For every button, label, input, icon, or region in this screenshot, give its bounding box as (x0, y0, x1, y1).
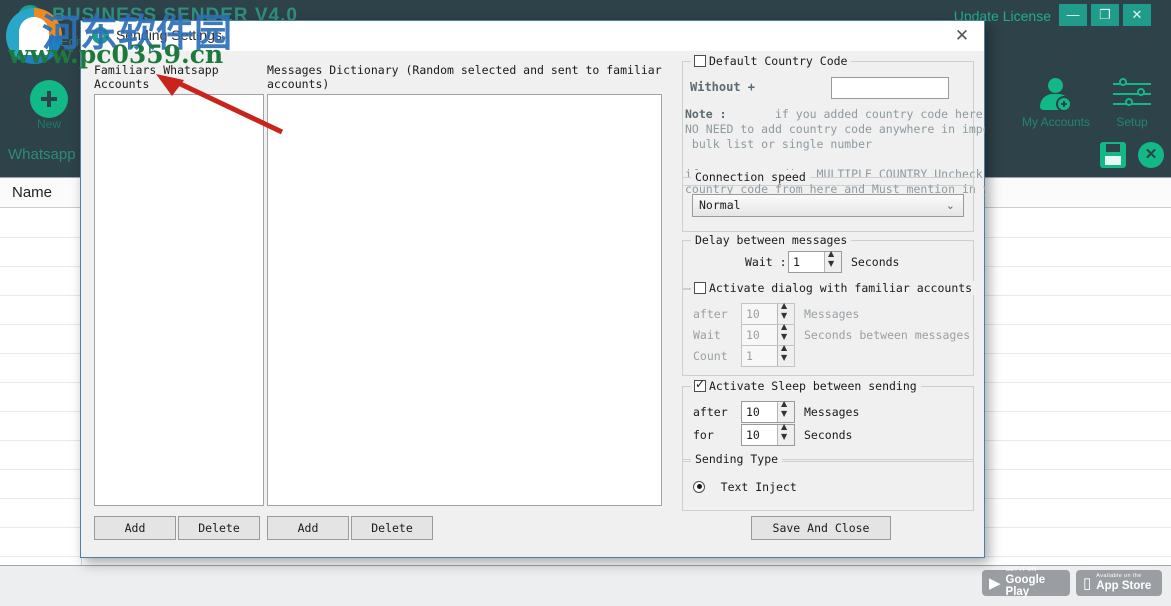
dialog-app-icon: B (92, 27, 109, 44)
activate-dialog-after-label: after (693, 307, 728, 321)
activate-dialog-after-suffix: Messages (804, 307, 860, 321)
window-close-button[interactable]: ✕ (1123, 4, 1151, 26)
new-button[interactable] (30, 80, 68, 118)
text-inject-label: Text Inject (720, 479, 797, 494)
sleep-after-value: 10 (746, 405, 760, 419)
wait-label: Wait : (745, 255, 787, 269)
dialog-titlebar: B Sending Settings ✕ (81, 21, 984, 51)
activate-sleep-checkbox[interactable] (694, 377, 706, 392)
activate-sleep-group: Activate Sleep between sending after 10 … (682, 377, 974, 462)
activate-dialog-count-value: 1 (746, 349, 753, 363)
close-circle-icon-button[interactable]: ✕ (1138, 142, 1164, 168)
delete-familiar-button[interactable]: Delete (178, 516, 260, 540)
spinner-arrows-icon (777, 343, 794, 366)
chevron-down-icon: ⌄ (945, 199, 955, 212)
activate-dialog-checkbox[interactable] (694, 282, 706, 294)
whatsapp-section-label: Whatsapp N (8, 146, 91, 163)
slider-knob-icon (1119, 78, 1127, 86)
phone-icon: ▯ (1083, 575, 1092, 592)
text-inject-radio[interactable] (693, 480, 705, 493)
activate-dialog-wait-suffix: Seconds between messages (804, 328, 971, 342)
add-message-button[interactable]: Add (267, 516, 349, 540)
activate-dialog-count-label: Count (693, 349, 728, 363)
app-store-badge[interactable]: ▯ Available on the App Store (1076, 570, 1162, 596)
familiars-accounts-listbox[interactable] (94, 94, 264, 506)
column-header-name[interactable]: Name (12, 184, 52, 201)
sleep-for-suffix: Seconds (804, 428, 853, 442)
sleep-after-suffix: Messages (804, 405, 860, 419)
familiars-list-label: Familiars Whatsapp Accounts (94, 63, 219, 91)
dialog-title: Sending Settings (116, 27, 222, 43)
spinner-arrows-icon[interactable] (777, 422, 794, 445)
without-plus-label: Without + (690, 80, 756, 94)
add-person-icon (1056, 96, 1072, 112)
dialog-close-button[interactable]: ✕ (950, 24, 974, 48)
spinner-arrows-icon[interactable] (777, 399, 794, 422)
spinner-arrows-icon (777, 301, 794, 324)
messages-dictionary-label: Messages Dictionary (Random selected and… (267, 63, 662, 91)
save-icon-button[interactable] (1100, 142, 1126, 168)
save-and-close-button[interactable]: Save And Close (751, 516, 891, 540)
spinner-arrows-icon (777, 322, 794, 345)
activate-dialog-wait-label: Wait (693, 328, 721, 342)
setup-button[interactable] (1113, 78, 1151, 110)
connection-speed-title: Connection speed (691, 170, 810, 184)
setup-label: Setup (1116, 115, 1148, 129)
slider-line-icon (1113, 93, 1151, 95)
activate-sleep-title: Activate Sleep between sending (691, 377, 921, 393)
sleep-for-label: for (693, 428, 714, 442)
new-button-label: New (36, 117, 61, 131)
sending-type-group: Sending Type Text Inject (682, 452, 974, 511)
sleep-for-stepper[interactable]: 10 (741, 422, 795, 446)
connection-speed-value: Normal (699, 198, 741, 212)
activate-dialog-after-value: 10 (746, 307, 760, 321)
delete-message-button[interactable]: Delete (351, 516, 433, 540)
slider-knob-icon (1137, 88, 1145, 96)
connection-speed-group: Connection speed Normal ⌄ (682, 170, 974, 232)
window-minimize-button[interactable]: — (1059, 4, 1087, 26)
sleep-after-label: after (693, 405, 728, 419)
activate-dialog-title: Activate dialog with familiar accounts (691, 281, 977, 295)
sending-type-option-text-inject[interactable]: Text Inject (693, 476, 797, 495)
my-accounts-button[interactable] (1035, 78, 1077, 112)
connection-speed-select[interactable]: Normal ⌄ (692, 194, 964, 217)
default-country-code-label: Default Country Code (709, 54, 848, 68)
app-logo-icon: B (18, 5, 42, 29)
country-code-input[interactable] (831, 77, 949, 99)
app-store-badge-big: App Store (1096, 579, 1152, 592)
activate-dialog-wait-value: 10 (746, 328, 760, 342)
country-code-note-label: Note : (685, 107, 727, 121)
activate-dialog-count-stepper: 1 (741, 343, 795, 367)
messages-dictionary-listbox[interactable] (267, 94, 662, 506)
google-play-badge-big: Google Play (1005, 573, 1046, 598)
delay-wait-stepper[interactable]: 1 (788, 249, 842, 273)
spinner-arrows-icon[interactable] (824, 249, 841, 272)
window-maximize-button[interactable]: ❐ (1091, 4, 1119, 26)
menu-item-file[interactable]: File (20, 34, 41, 49)
delay-wait-value: 1 (793, 255, 800, 269)
delay-seconds-label: Seconds (851, 255, 900, 269)
delay-group-title: Delay between messages (691, 233, 852, 247)
sleep-for-value: 10 (746, 428, 760, 442)
activate-dialog-label: Activate dialog with familiar accounts (709, 281, 973, 295)
default-country-code-title: Default Country Code (691, 54, 852, 68)
play-triangle-icon: ▶ (989, 575, 1001, 592)
activate-dialog-group: Activate dialog with familiar accounts a… (682, 281, 977, 376)
default-country-code-group: Default Country Code Without + if you ad… (682, 54, 985, 196)
slider-knob-icon (1125, 98, 1133, 106)
sleep-after-stepper[interactable]: 10 (741, 399, 795, 423)
add-familiar-button[interactable]: Add (94, 516, 176, 540)
my-accounts-label: My Accounts (1021, 115, 1091, 129)
person-icon (1048, 78, 1063, 93)
default-country-code-checkbox[interactable] (694, 55, 706, 67)
activate-sleep-label: Activate Sleep between sending (709, 379, 917, 393)
sending-settings-dialog: B Sending Settings ✕ Familiars Whatsapp … (80, 20, 985, 558)
sending-type-title: Sending Type (691, 452, 783, 466)
google-play-badge[interactable]: ▶ GET IT ON Google Play (982, 567, 1070, 598)
